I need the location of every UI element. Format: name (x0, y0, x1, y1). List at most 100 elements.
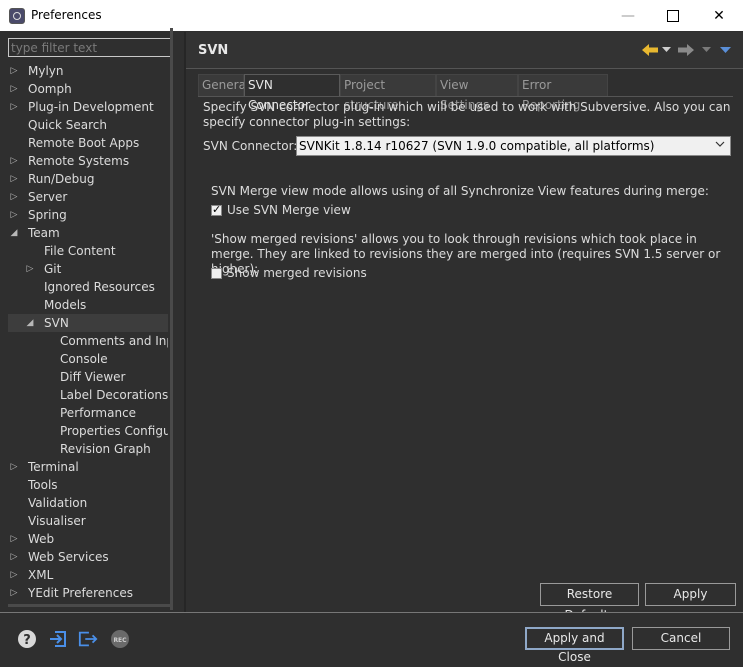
back-icon[interactable] (640, 41, 660, 59)
checkbox-box[interactable] (211, 268, 222, 279)
tree-item[interactable]: Validation (8, 494, 168, 512)
tree-item-label: Mylyn (28, 64, 64, 78)
maximize-icon (667, 9, 679, 22)
tree-item-label: Properties Configura (60, 424, 168, 438)
tab-view-settings[interactable]: View Settings (436, 74, 518, 112)
tree-item[interactable]: ▷ Spring (8, 206, 168, 224)
tree-item[interactable]: ◢ SVN (8, 314, 168, 332)
collapse-icon[interactable]: ◢ (9, 224, 19, 242)
tree-item[interactable]: ▷ YEdit Preferences (8, 584, 168, 602)
show-merged-revisions-label: Show merged revisions (227, 266, 367, 280)
back-menu-icon[interactable] (660, 41, 672, 59)
tree-item[interactable]: ▷ Oomph (8, 80, 168, 98)
dialog-footer: ? REC Apply and Close Cancel (0, 613, 743, 666)
expand-icon[interactable]: ▷ (9, 584, 19, 602)
tree-item-label: Comments and Inpu (60, 334, 168, 348)
tree-item-label: Run/Debug (28, 172, 95, 186)
checkbox-box[interactable]: ✓ (211, 203, 222, 216)
tree-item-label: Remote Boot Apps (28, 136, 140, 150)
import-icon[interactable] (48, 629, 68, 649)
tab-error-reporting[interactable]: Error Reporting (518, 74, 608, 112)
collapse-icon[interactable]: ◢ (25, 314, 35, 332)
use-merge-view-checkbox[interactable]: ✓ Use SVN Merge view (211, 203, 511, 219)
record-icon[interactable]: REC (110, 629, 130, 649)
expand-icon[interactable]: ▷ (9, 548, 19, 566)
tree-item[interactable]: Quick Search (8, 116, 168, 134)
forward-menu-icon[interactable] (700, 41, 712, 59)
tab-project-structure[interactable]: Project structure (340, 74, 436, 112)
expand-icon[interactable]: ▷ (9, 206, 19, 224)
expand-icon[interactable]: ▷ (9, 530, 19, 548)
export-icon[interactable] (78, 629, 98, 649)
svg-text:?: ? (23, 633, 31, 648)
tree-item[interactable]: ▷ Mylyn (8, 62, 168, 80)
tree-item[interactable]: Properties Configura (8, 422, 168, 440)
tree-item[interactable]: File Content (8, 242, 168, 260)
filter-box[interactable] (8, 38, 172, 57)
tree-item[interactable]: Visualiser (8, 512, 168, 530)
tree-item[interactable]: ▷ Plug-in Development (8, 98, 168, 116)
tree-item[interactable]: ▷ Terminal (8, 458, 168, 476)
apply-and-close-button[interactable]: Apply and Close (525, 627, 624, 664)
expand-icon[interactable]: ▷ (9, 170, 19, 188)
chevron-down-icon (715, 140, 725, 151)
tree-item[interactable]: ▷ Server (8, 188, 168, 206)
view-menu-icon[interactable] (716, 41, 734, 59)
tree-horizontal-scrollbar[interactable] (8, 604, 173, 607)
svn-connector-value: SVNKit 1.8.14 r10627 (SVN 1.9.0 compatib… (299, 139, 655, 153)
tree-item-label: Terminal (28, 460, 79, 474)
tree-item[interactable]: Console (8, 350, 168, 368)
tree-item[interactable]: Tools (8, 476, 168, 494)
tree-item[interactable]: ▷ Web Services (8, 548, 168, 566)
tree-item[interactable]: ▷ XML (8, 566, 168, 584)
tree-item[interactable]: ▷ Remote Systems (8, 152, 168, 170)
forward-icon[interactable] (676, 41, 696, 59)
tree-item-label: Team (28, 226, 60, 240)
expand-icon[interactable]: ▷ (25, 260, 35, 278)
tree-item[interactable]: Models (8, 296, 168, 314)
svn-connector-select[interactable]: SVNKit 1.8.14 r10627 (SVN 1.9.0 compatib… (296, 136, 731, 156)
filter-input[interactable] (11, 40, 151, 55)
tree-item[interactable]: ▷ Run/Debug (8, 170, 168, 188)
tab-svn-connector[interactable]: SVN Connector (244, 74, 340, 112)
expand-icon[interactable]: ▷ (9, 98, 19, 116)
connector-description: Specify SVN connector plug-in which will… (203, 100, 731, 129)
tree-item[interactable]: Label Decorations (8, 386, 168, 404)
tree-item-label: Visualiser (28, 514, 86, 528)
tree-item[interactable]: Revision Graph (8, 440, 168, 458)
record-label: REC (113, 637, 127, 644)
tree-item-label: Spring (28, 208, 67, 222)
cancel-button[interactable]: Cancel (632, 627, 730, 650)
expand-icon[interactable]: ▷ (9, 152, 19, 170)
restore-defaults-button[interactable]: Restore Defaults (540, 583, 639, 622)
tree-vertical-scrollbar[interactable] (170, 28, 173, 610)
close-window-button[interactable]: ✕ (696, 0, 742, 31)
tab-general[interactable]: General (198, 74, 249, 96)
tree-item[interactable]: Performance (8, 404, 168, 422)
maximize-button[interactable] (650, 0, 696, 31)
tree-item[interactable]: ▷ Git (8, 260, 168, 278)
expand-icon[interactable]: ▷ (9, 80, 19, 98)
tree-item[interactable]: Remote Boot Apps (8, 134, 168, 152)
tree-item-label: Quick Search (28, 118, 107, 132)
expand-icon[interactable]: ▷ (9, 188, 19, 206)
tree-item-label: Tools (28, 478, 58, 492)
tree-item-label: Remote Systems (28, 154, 130, 168)
page-header: SVN (186, 32, 743, 68)
help-icon[interactable]: ? (17, 629, 37, 649)
minimize-button[interactable]: — (605, 0, 651, 31)
tree-item-label: File Content (44, 244, 116, 258)
tree-item-label: SVN (44, 316, 69, 330)
tree-item[interactable]: Ignored Resources (8, 278, 168, 296)
tree-item[interactable]: ◢ Team (8, 224, 168, 242)
expand-icon[interactable]: ▷ (9, 458, 19, 476)
expand-icon[interactable]: ▷ (9, 62, 19, 80)
tree-item[interactable]: Diff Viewer (8, 368, 168, 386)
tree-item[interactable]: Comments and Inpu (8, 332, 168, 350)
tree-item[interactable]: ▷ Web (8, 530, 168, 548)
filter-clear-area (151, 39, 171, 56)
expand-icon[interactable]: ▷ (9, 566, 19, 584)
tree-item-label: Validation (28, 496, 88, 510)
apply-button[interactable]: Apply (645, 583, 736, 606)
show-merged-revisions-checkbox[interactable]: Show merged revisions (211, 266, 511, 282)
